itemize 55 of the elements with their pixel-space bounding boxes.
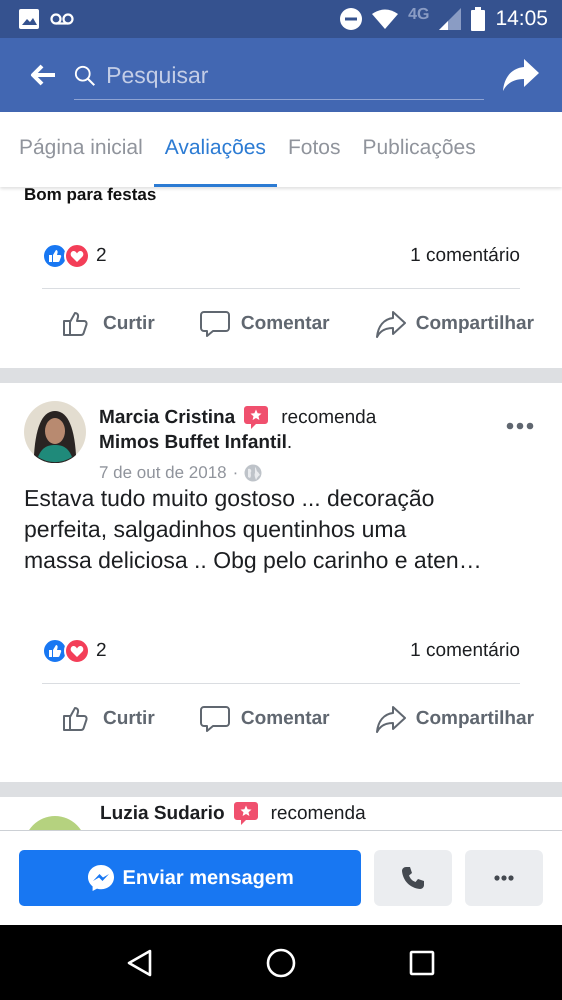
star-badge-icon	[232, 801, 259, 827]
avatar	[24, 401, 86, 463]
search-field[interactable]: Pesquisar	[106, 62, 484, 89]
home-circle-icon[interactable]	[266, 948, 296, 978]
battery-icon	[471, 7, 486, 31]
share-button[interactable]: Compartilhar	[374, 704, 534, 734]
like-button[interactable]: Curtir	[62, 309, 155, 339]
do-not-disturb-icon	[340, 8, 362, 30]
voicemail-icon	[50, 12, 74, 26]
back-triangle-icon[interactable]	[126, 948, 153, 976]
heart-reaction-icon	[64, 242, 90, 268]
search-icon	[74, 64, 96, 88]
comment-button[interactable]: Comentar	[200, 704, 330, 734]
globe-icon	[244, 464, 262, 482]
share-arrow-icon	[374, 704, 407, 734]
square-icon[interactable]	[409, 950, 436, 976]
tab[interactable]: Publicações	[351, 112, 487, 187]
comment-count[interactable]: 1 comentário	[410, 244, 520, 266]
share-button[interactable]: Compartilhar	[374, 309, 534, 339]
speech-bubble-icon	[200, 309, 232, 339]
speech-bubble-icon	[200, 704, 232, 734]
network-label: 4G	[408, 6, 430, 24]
send-message-button[interactable]: Enviar mensagem	[19, 850, 362, 906]
like-button[interactable]: Curtir	[62, 704, 155, 734]
recommends-label: recomenda	[270, 803, 366, 825]
author-name[interactable]: Marcia Cristina	[99, 407, 236, 430]
phone-icon	[401, 866, 426, 890]
post-date[interactable]: 7 de out de 2018	[99, 463, 227, 483]
author-name[interactable]: Luzia Sudario	[100, 803, 225, 825]
image-icon	[18, 8, 40, 30]
back-arrow-icon[interactable]	[30, 64, 56, 86]
reaction-count: 2	[96, 640, 107, 662]
tab[interactable]: Fotos	[276, 112, 352, 187]
review-text: Estava tudo muito gostoso ... decoração perfeita, salgadinhos quentinhos uma massa deliciosa .. Obg pelo carinho e aten…	[23, 484, 483, 575]
messenger-icon	[86, 864, 115, 892]
review-title: Bom para festas	[24, 187, 156, 205]
tab[interactable]: Página inicial	[8, 112, 154, 187]
clock-time: 14:05	[495, 7, 548, 31]
like-reaction-icon	[42, 638, 68, 664]
separator-dot: ·	[232, 463, 238, 483]
reaction-count: 2	[96, 244, 107, 266]
star-badge-icon	[243, 405, 270, 432]
call-button[interactable]	[374, 850, 452, 906]
share-icon[interactable]	[502, 57, 540, 93]
more-icon	[506, 422, 534, 430]
recommends-label: recomenda	[281, 407, 376, 430]
like-reaction-icon	[42, 242, 68, 268]
page-name[interactable]: Mimos Buffet Infantil.	[99, 432, 487, 459]
heart-reaction-icon	[64, 638, 90, 664]
share-arrow-icon	[374, 309, 407, 339]
comment-button[interactable]: Comentar	[200, 309, 330, 339]
wifi-icon	[372, 9, 398, 29]
more-icon	[494, 875, 514, 881]
signal-icon	[439, 8, 462, 30]
comment-count[interactable]: 1 comentário	[410, 640, 520, 662]
